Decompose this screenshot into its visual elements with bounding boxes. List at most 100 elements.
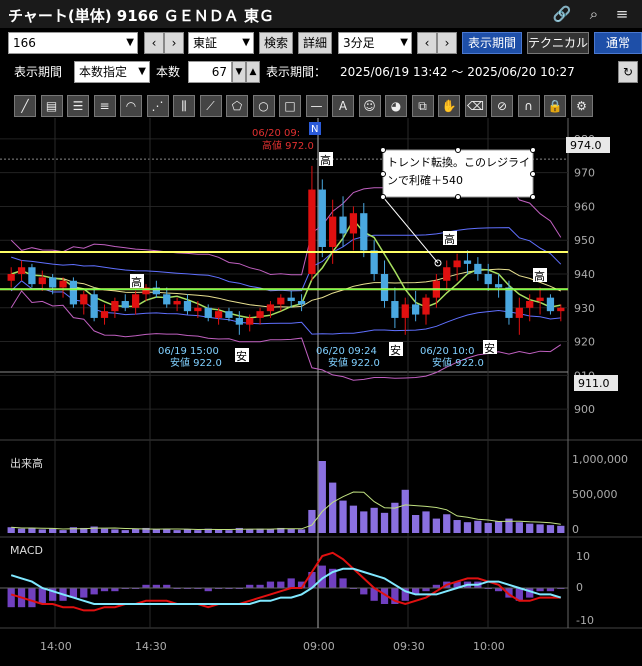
macd-histogram-bar — [38, 588, 46, 604]
candle-body — [183, 301, 192, 312]
period-select[interactable]: 本数指定 ▼ — [74, 61, 150, 83]
volume-tick: 0 — [572, 523, 579, 536]
volume-bar — [370, 507, 378, 533]
candle-body — [318, 189, 326, 247]
candle-body — [235, 317, 243, 325]
magnet-icon[interactable]: ∩ — [517, 95, 540, 117]
link-icon[interactable]: 🔗 — [552, 4, 572, 24]
normal-button[interactable]: 通常 — [594, 32, 642, 54]
parallel-lines-icon[interactable]: ≡ — [93, 95, 116, 117]
volume-bar — [121, 530, 129, 533]
next-interval-button[interactable]: › — [437, 32, 457, 54]
volume-bar — [49, 528, 57, 533]
candle-body — [349, 213, 358, 234]
copy-icon[interactable]: ⧉ — [411, 95, 434, 117]
fan-icon[interactable]: ⋰ — [146, 95, 169, 117]
candle-body — [546, 297, 555, 312]
symbol-value: 166 — [13, 36, 36, 50]
detail-button[interactable]: 詳細 — [298, 32, 332, 54]
volume-bar — [132, 528, 140, 533]
marker-high-2: 高 — [319, 152, 333, 167]
volume-bar — [297, 529, 306, 533]
eraser-icon[interactable]: ◕ — [385, 95, 407, 117]
marker-low-1: 安 — [235, 348, 249, 363]
horizontal-lines-icon[interactable]: ☰ — [67, 95, 89, 117]
news-marker-text: N — [311, 124, 318, 135]
price-tick: 960 — [574, 200, 595, 213]
candle-body — [412, 304, 420, 315]
price-tick: 930 — [574, 302, 595, 315]
range-value: 2025/06/19 13:42 〜 2025/06/20 10:27 — [340, 65, 575, 79]
trendline-icon[interactable]: ╱ — [14, 95, 36, 117]
lock-icon[interactable]: 🔒 — [544, 95, 566, 117]
volume-bar — [401, 489, 409, 533]
candle-body — [515, 307, 523, 318]
circle-icon[interactable]: ○ — [252, 95, 275, 117]
candle-body — [484, 274, 492, 285]
symbol-select[interactable]: 166 ▼ — [8, 32, 138, 54]
volume-bar — [557, 525, 565, 533]
volume-bar — [38, 529, 46, 533]
prev-symbol-button[interactable]: ‹ — [144, 32, 164, 54]
toolbar-row-1: 166 ▼ ‹ › 東証 ▼ 検索 詳細 3分足 ▼ ‹ › 表示期間 テクニカ… — [0, 32, 642, 58]
refresh-icon[interactable]: ↻ — [618, 61, 638, 83]
svg-text:911.0: 911.0 — [578, 377, 610, 390]
candle-body — [132, 294, 140, 308]
marker-low-2: 安 — [389, 342, 403, 357]
text-icon[interactable]: A — [332, 95, 354, 117]
volume-bar — [194, 530, 202, 533]
macd-histogram-bar — [90, 588, 98, 595]
current-price-tag: 974.0 — [566, 137, 610, 153]
volume-bar — [360, 511, 368, 533]
count-up-button[interactable]: ▲ — [246, 61, 260, 83]
ruler-icon[interactable]: ▤ — [40, 95, 63, 117]
high-value-label: 高値 972.0 — [262, 139, 314, 152]
price-tick: 940 — [574, 268, 595, 281]
candle-body — [204, 307, 212, 318]
svg-text:高: 高 — [444, 232, 455, 246]
count-down-button[interactable]: ▼ — [232, 61, 246, 83]
volume-bar — [7, 527, 15, 533]
macd-tick: -10 — [576, 614, 594, 627]
chevron-down-icon: ▼ — [138, 66, 146, 77]
settings-icon[interactable]: ⚙ — [570, 95, 593, 117]
market-select[interactable]: 東証 ▼ — [188, 32, 254, 54]
search-button[interactable]: 検索 — [259, 32, 293, 54]
search-icon[interactable]: ⌕ — [584, 4, 604, 24]
technical-button[interactable]: テクニカル — [527, 32, 589, 54]
arc-icon[interactable]: ◠ — [120, 95, 142, 117]
volume-bar — [17, 528, 26, 533]
rectangle-icon[interactable]: □ — [279, 95, 301, 117]
candle-body — [163, 294, 171, 305]
stamp-icon[interactable]: ☺ — [358, 95, 381, 117]
volume-bars — [7, 461, 565, 533]
volume-tick: 500,000 — [572, 488, 618, 501]
delete-icon[interactable]: ⌫ — [464, 95, 487, 117]
gann-fan-icon[interactable]: ⟋ — [199, 95, 222, 117]
volume-bar — [422, 511, 430, 533]
horizontal-line-icon[interactable]: — — [305, 95, 328, 117]
pentagon-icon[interactable]: ⬠ — [226, 95, 248, 117]
svg-text:974.0: 974.0 — [570, 139, 602, 152]
vertical-lines-icon[interactable]: ⫼ — [173, 95, 195, 117]
candle-body — [90, 294, 98, 318]
volume-bar — [28, 527, 36, 533]
prev-interval-button[interactable]: ‹ — [417, 32, 437, 54]
delete-all-icon[interactable]: ⊘ — [491, 95, 513, 117]
count-input[interactable]: 67 — [188, 61, 232, 83]
interval-value: 3分足 — [343, 36, 375, 50]
candle-body — [557, 307, 565, 312]
volume-bar — [349, 505, 358, 533]
candle-body — [463, 260, 472, 264]
candle-body — [308, 189, 316, 274]
menu-icon[interactable]: ≡ — [612, 4, 632, 24]
interval-select[interactable]: 3分足 ▼ — [338, 32, 412, 54]
svg-text:高: 高 — [131, 275, 142, 289]
candle-body — [329, 216, 337, 247]
display-period-button[interactable]: 表示期間 — [462, 32, 522, 54]
next-symbol-button[interactable]: › — [164, 32, 184, 54]
chart-area[interactable]: 98097096095094093092091090014:0014:3009:… — [0, 118, 642, 666]
time-tick: 14:30 — [135, 640, 167, 653]
candle-body — [494, 284, 503, 288]
hand-icon[interactable]: ✋ — [438, 95, 460, 117]
